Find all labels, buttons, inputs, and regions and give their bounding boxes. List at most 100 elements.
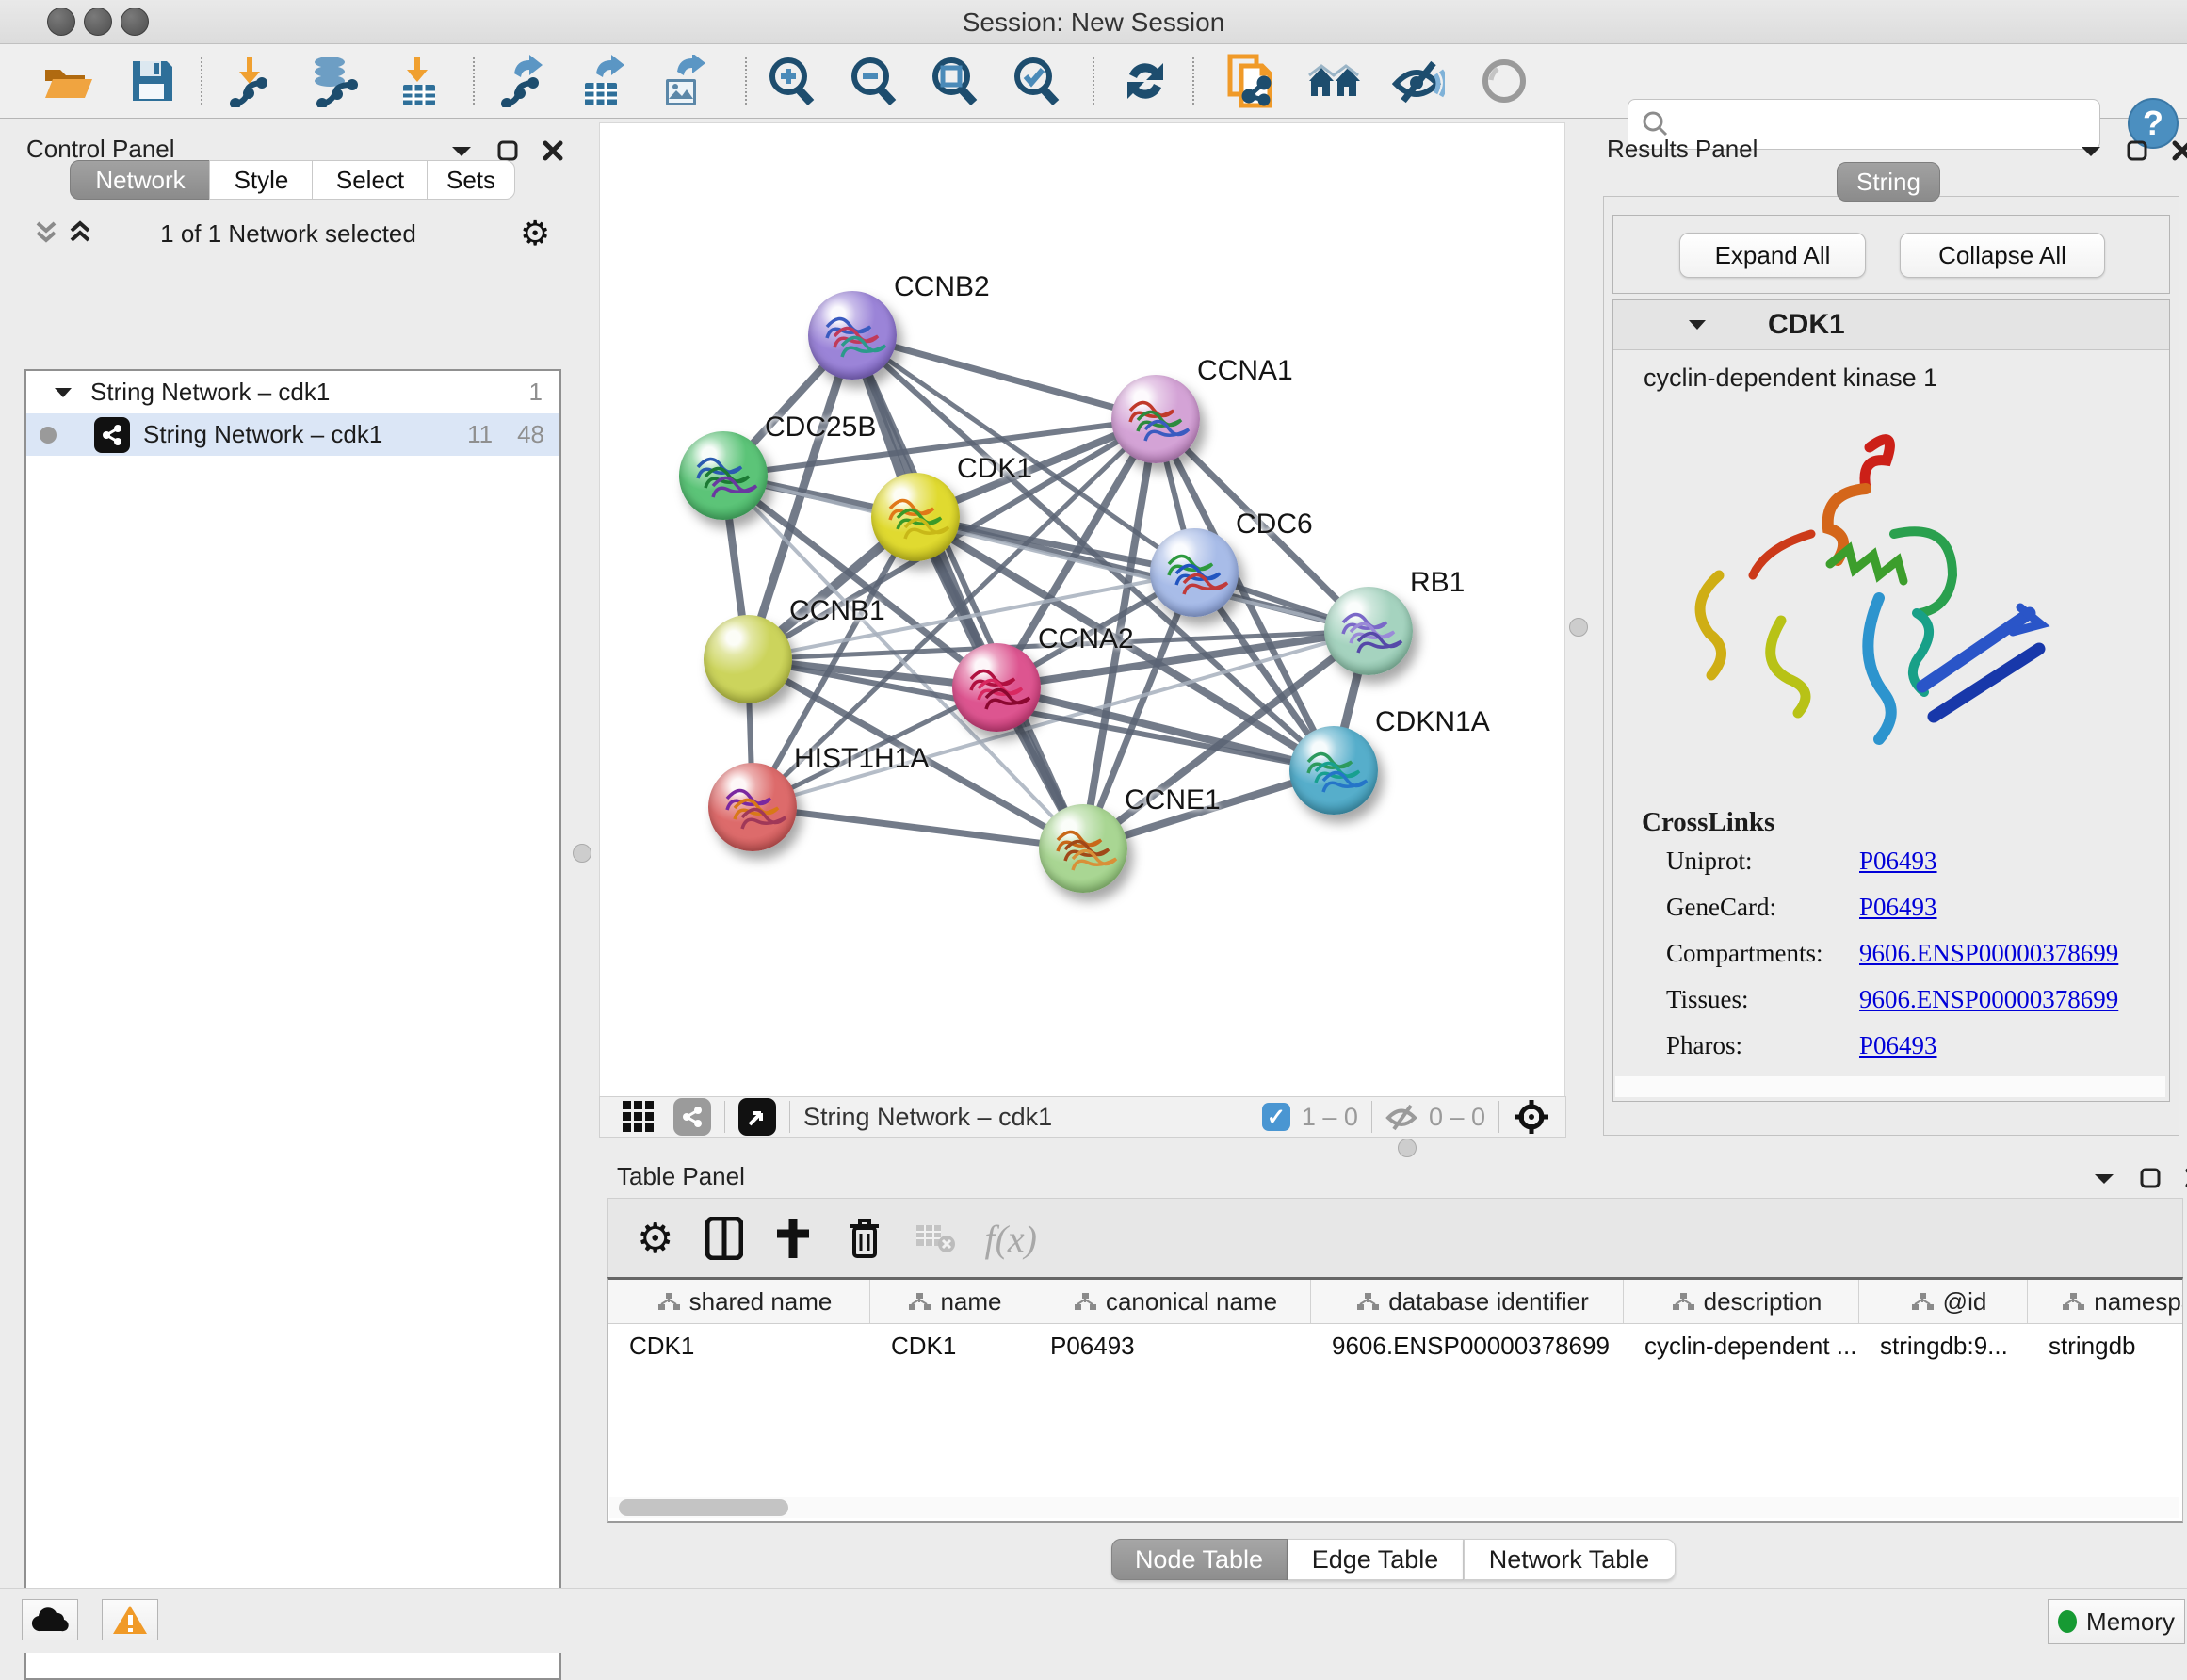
memory-button[interactable]: Memory [2048,1599,2185,1644]
table-splitter-handle[interactable] [1398,1139,1417,1157]
table-cell[interactable]: CDK1 [870,1324,1029,1367]
expand-all-button[interactable]: Expand All [1679,233,1866,278]
network-node-count: 11 [467,420,493,449]
tab-style[interactable]: Style [209,160,314,200]
first-neighbors-icon[interactable] [1307,55,1360,107]
new-network-from-selection-icon[interactable] [1226,55,1279,107]
grid-view-icon[interactable] [621,1099,656,1135]
panel-menu-icon[interactable] [450,143,473,158]
network-share-view-icon[interactable] [673,1098,711,1136]
column-header-description[interactable]: description [1624,1280,1859,1323]
zoom-out-icon[interactable] [849,55,901,107]
table-cell[interactable]: P06493 [1029,1324,1311,1367]
add-column-icon[interactable] [773,1217,813,1260]
selected-nodes-checkbox[interactable]: ✓ [1262,1103,1290,1131]
network-canvas[interactable]: CCNB2CCNA1CDC25BCDK1CDC6RB1CCNB1CCNA2CDK… [599,122,1565,1098]
hide-selected-icon[interactable] [1392,55,1445,107]
show-all-icon[interactable] [1478,55,1531,107]
panel-close-icon[interactable] [2172,140,2187,161]
tab-network-table[interactable]: Network Table [1464,1539,1676,1580]
results-tab-string[interactable]: String [1837,162,1940,202]
open-session-icon[interactable] [41,55,94,107]
tab-network[interactable]: Network [70,160,211,200]
collection-expand-icon[interactable] [53,385,73,400]
right-splitter-handle[interactable] [1569,618,1588,637]
birds-eye-view-icon[interactable] [738,1098,776,1136]
tab-node-table[interactable]: Node Table [1111,1539,1288,1580]
crosslink-link[interactable]: P06493 [1859,893,1937,922]
save-session-icon[interactable] [126,55,179,107]
network-node-ccne1[interactable] [1039,804,1127,893]
zoom-selected-icon[interactable] [1012,55,1064,107]
network-options-gear-icon[interactable]: ⚙ [520,214,550,253]
tab-edge-table[interactable]: Edge Table [1288,1539,1464,1580]
network-view-title: String Network – cdk1 [803,1103,1052,1132]
table-hscroll-thumb[interactable] [619,1499,788,1516]
network-row-selected[interactable]: String Network – cdk1 11 48 [26,413,559,456]
network-edge[interactable] [753,807,1083,848]
table-cell[interactable]: stringdb [2028,1324,2183,1367]
control-panel: Control Panel Network Style Select Sets … [0,118,576,1588]
node-structure-thumbnail [952,643,1041,732]
network-node-cdk1[interactable] [871,473,960,561]
crosslink-link[interactable]: 9606.ENSP00000378699 [1859,939,2118,968]
network-node-hist1h1a[interactable] [708,763,797,851]
network-node-ccnb1[interactable] [704,615,792,703]
panel-float-icon[interactable] [2140,1168,2161,1188]
column-header-label: shared name [689,1287,833,1317]
column-header-database-identifier[interactable]: database identifier [1311,1280,1624,1323]
column-header-shared-name[interactable]: shared name [608,1280,870,1323]
table-cell[interactable]: CDK1 [608,1324,870,1367]
panel-close-icon[interactable] [543,140,563,161]
center-view-crosshair-icon[interactable] [1513,1098,1550,1136]
crosslink-link[interactable]: 9606.ENSP00000378699 [1859,985,2118,1014]
show-columns-icon[interactable] [705,1217,743,1260]
crosslink-link[interactable]: P06493 [1859,847,1937,876]
results-scrollbar[interactable] [1615,1076,2165,1097]
tab-sets[interactable]: Sets [427,160,515,200]
network-node-cdc6[interactable] [1150,528,1239,617]
network-node-ccnb2[interactable] [808,291,897,380]
crosslink-link[interactable]: P06493 [1859,1031,1937,1060]
export-network-icon[interactable] [496,55,549,107]
table-cell[interactable]: 9606.ENSP00000378699 [1311,1324,1624,1367]
network-collection-row[interactable]: String Network – cdk1 1 [26,371,559,413]
warnings-button[interactable] [102,1599,158,1640]
collapse-all-button[interactable]: Collapse All [1900,233,2105,278]
table-splitter[interactable] [599,1138,2187,1156]
panel-menu-icon[interactable] [2080,143,2102,158]
network-list: String Network – cdk1 1 String Network –… [24,369,561,1680]
column-header-label: name [940,1287,1001,1317]
table-cell[interactable]: cyclin-dependent ... [1624,1324,1859,1367]
cloud-button[interactable] [22,1599,78,1640]
table-row[interactable]: CDK1CDK1P064939606.ENSP00000378699cyclin… [608,1324,2182,1367]
node-table[interactable]: shared name name canonical namedatabase id… [608,1277,2183,1523]
network-node-ccna2[interactable] [952,643,1041,732]
import-table-icon[interactable] [393,55,446,107]
delete-column-icon[interactable] [847,1217,883,1260]
zoom-fit-icon[interactable] [930,55,982,107]
panel-float-icon[interactable] [2127,140,2147,161]
zoom-in-icon[interactable] [767,55,819,107]
network-node-rb1[interactable] [1324,587,1413,675]
column-header-name[interactable]: name [870,1280,1029,1323]
table-gear-icon[interactable]: ⚙ [637,1215,673,1263]
tab-select[interactable]: Select [312,160,429,200]
panel-menu-icon[interactable] [2093,1171,2115,1186]
table-hscrollbar[interactable] [609,1497,2179,1518]
column-header-canonical-name[interactable]: canonical name [1029,1280,1311,1323]
column-header--id[interactable]: @id [1859,1280,2028,1323]
column-header-namespace[interactable]: namespace [2028,1280,2183,1323]
panel-float-icon[interactable] [497,140,518,161]
left-splitter-handle[interactable] [573,844,591,863]
import-network-icon[interactable] [223,55,276,107]
export-table-icon[interactable] [575,55,628,107]
export-image-icon[interactable] [656,55,709,107]
import-database-icon[interactable] [308,55,361,107]
gene-collapse-icon[interactable] [1687,317,1708,332]
table-cell[interactable]: stringdb:9... [1859,1324,2028,1367]
network-node-ccna1[interactable] [1111,375,1200,463]
network-node-cdkn1a[interactable] [1289,726,1378,815]
network-node-cdc25b[interactable] [679,431,768,520]
refresh-layout-icon[interactable] [1119,55,1172,107]
